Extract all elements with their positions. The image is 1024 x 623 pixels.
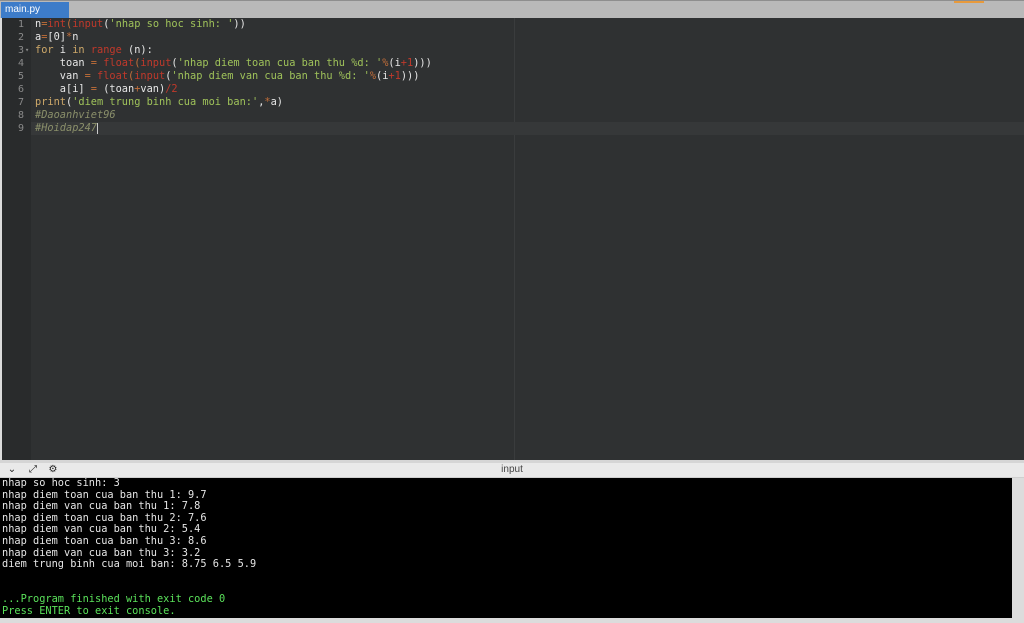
code-token: #Hoidap247 (35, 122, 97, 134)
code-token: input (134, 70, 166, 82)
code-token: [0] (47, 31, 67, 43)
code-token: 'diem trung binh cua moi ban:' (72, 96, 259, 108)
console-title: input (501, 464, 523, 475)
code-line[interactable]: a=[0]*n (35, 31, 78, 44)
code-line[interactable]: toan = float(input('nhap diem toan cua b… (35, 57, 432, 70)
fold-arrow-icon[interactable]: ▾ (25, 44, 29, 57)
code-token: (toan (97, 83, 135, 95)
code-token: n (72, 31, 79, 43)
code-token: #Daoanhviet96 (35, 109, 116, 121)
line-number: 1 (17, 19, 24, 30)
code-token: i (53, 44, 73, 56)
press-enter-message: Press ENTER to exit console. (2, 604, 176, 617)
line-number: 8 (17, 110, 24, 121)
line-number: 9 (17, 123, 24, 134)
active-line-highlight (31, 122, 1024, 135)
line-number: 7 (17, 97, 24, 108)
code-token: van (35, 70, 85, 82)
code-token: int (47, 18, 67, 30)
line-number: 5 (17, 71, 24, 82)
console-scrollbar[interactable] (1012, 478, 1024, 623)
code-token: )) (233, 18, 246, 30)
code-line[interactable]: #Hoidap247 (35, 122, 98, 135)
tab-main-py[interactable]: main.py (1, 2, 69, 18)
console-line: nhap diem toan cua ban thu 3: 8.6 (2, 535, 207, 547)
code-token: +1 (400, 57, 414, 69)
code-token: van) (140, 83, 166, 95)
print-margin (514, 18, 515, 460)
code-token: 'nhap so hoc sinh: ' (109, 18, 234, 30)
tab-bar: main.py (0, 0, 1024, 18)
code-token: range (90, 44, 122, 56)
top-accent (954, 1, 984, 3)
code-token: print (35, 96, 66, 108)
code-token: /2 (165, 83, 178, 95)
line-number-gutter: 1 2 3 ▾ 4 5 6 7 8 9 (2, 18, 31, 460)
code-token: input (72, 18, 104, 30)
code-line[interactable]: van = float(input('nhap diem van cua ban… (35, 70, 420, 83)
code-token: ))) (413, 57, 432, 69)
line-number: 4 (17, 58, 24, 69)
code-token: 'nhap diem van cua ban thu %d: ' (171, 70, 370, 82)
code-line[interactable]: a[i] = (toan+van)/2 (35, 83, 178, 96)
console-toolbar: ⌄ ⤢ ⚙ input (0, 463, 1024, 478)
code-token: toan (35, 57, 91, 69)
code-token: ))) (400, 70, 420, 82)
console-line: nhap so hoc sinh: 3 (2, 477, 120, 489)
code-token: a) (270, 96, 283, 108)
code-token: (n): (121, 44, 153, 56)
code-line[interactable]: for i in range (n): (35, 44, 153, 57)
code-token: float (103, 57, 135, 69)
console-line: diem trung binh cua moi ban: 8.75 6.5 5.… (2, 558, 257, 571)
bottom-strip (0, 618, 1012, 623)
text-cursor (97, 122, 98, 134)
code-token: input (140, 57, 172, 69)
code-token: for (35, 44, 54, 56)
code-editor[interactable]: 1 2 3 ▾ 4 5 6 7 8 9 n=int(input('nhap so… (0, 18, 1024, 460)
code-token: a[i] (35, 83, 91, 95)
code-token: 'nhap diem toan cua ban thu %d: ' (177, 57, 383, 69)
line-number: 3 (17, 45, 24, 56)
code-line[interactable]: print('diem trung binh cua moi ban:',*a) (35, 96, 283, 109)
code-line[interactable]: #Daoanhviet96 (35, 109, 116, 122)
code-token: +1 (388, 70, 401, 82)
code-line[interactable]: n=int(input('nhap so hoc sinh: ')) (35, 18, 246, 31)
line-number: 6 (17, 84, 24, 95)
code-token: in (72, 44, 85, 56)
exit-code-message: ...Program finished with exit code 0 (2, 593, 226, 605)
code-token: float (97, 70, 129, 82)
console-output[interactable]: nhap so hoc sinh: 3 nhap diem toan cua b… (0, 477, 1012, 618)
line-number: 2 (17, 32, 24, 43)
code-token: (i (376, 70, 389, 82)
code-token: (i (388, 57, 401, 69)
